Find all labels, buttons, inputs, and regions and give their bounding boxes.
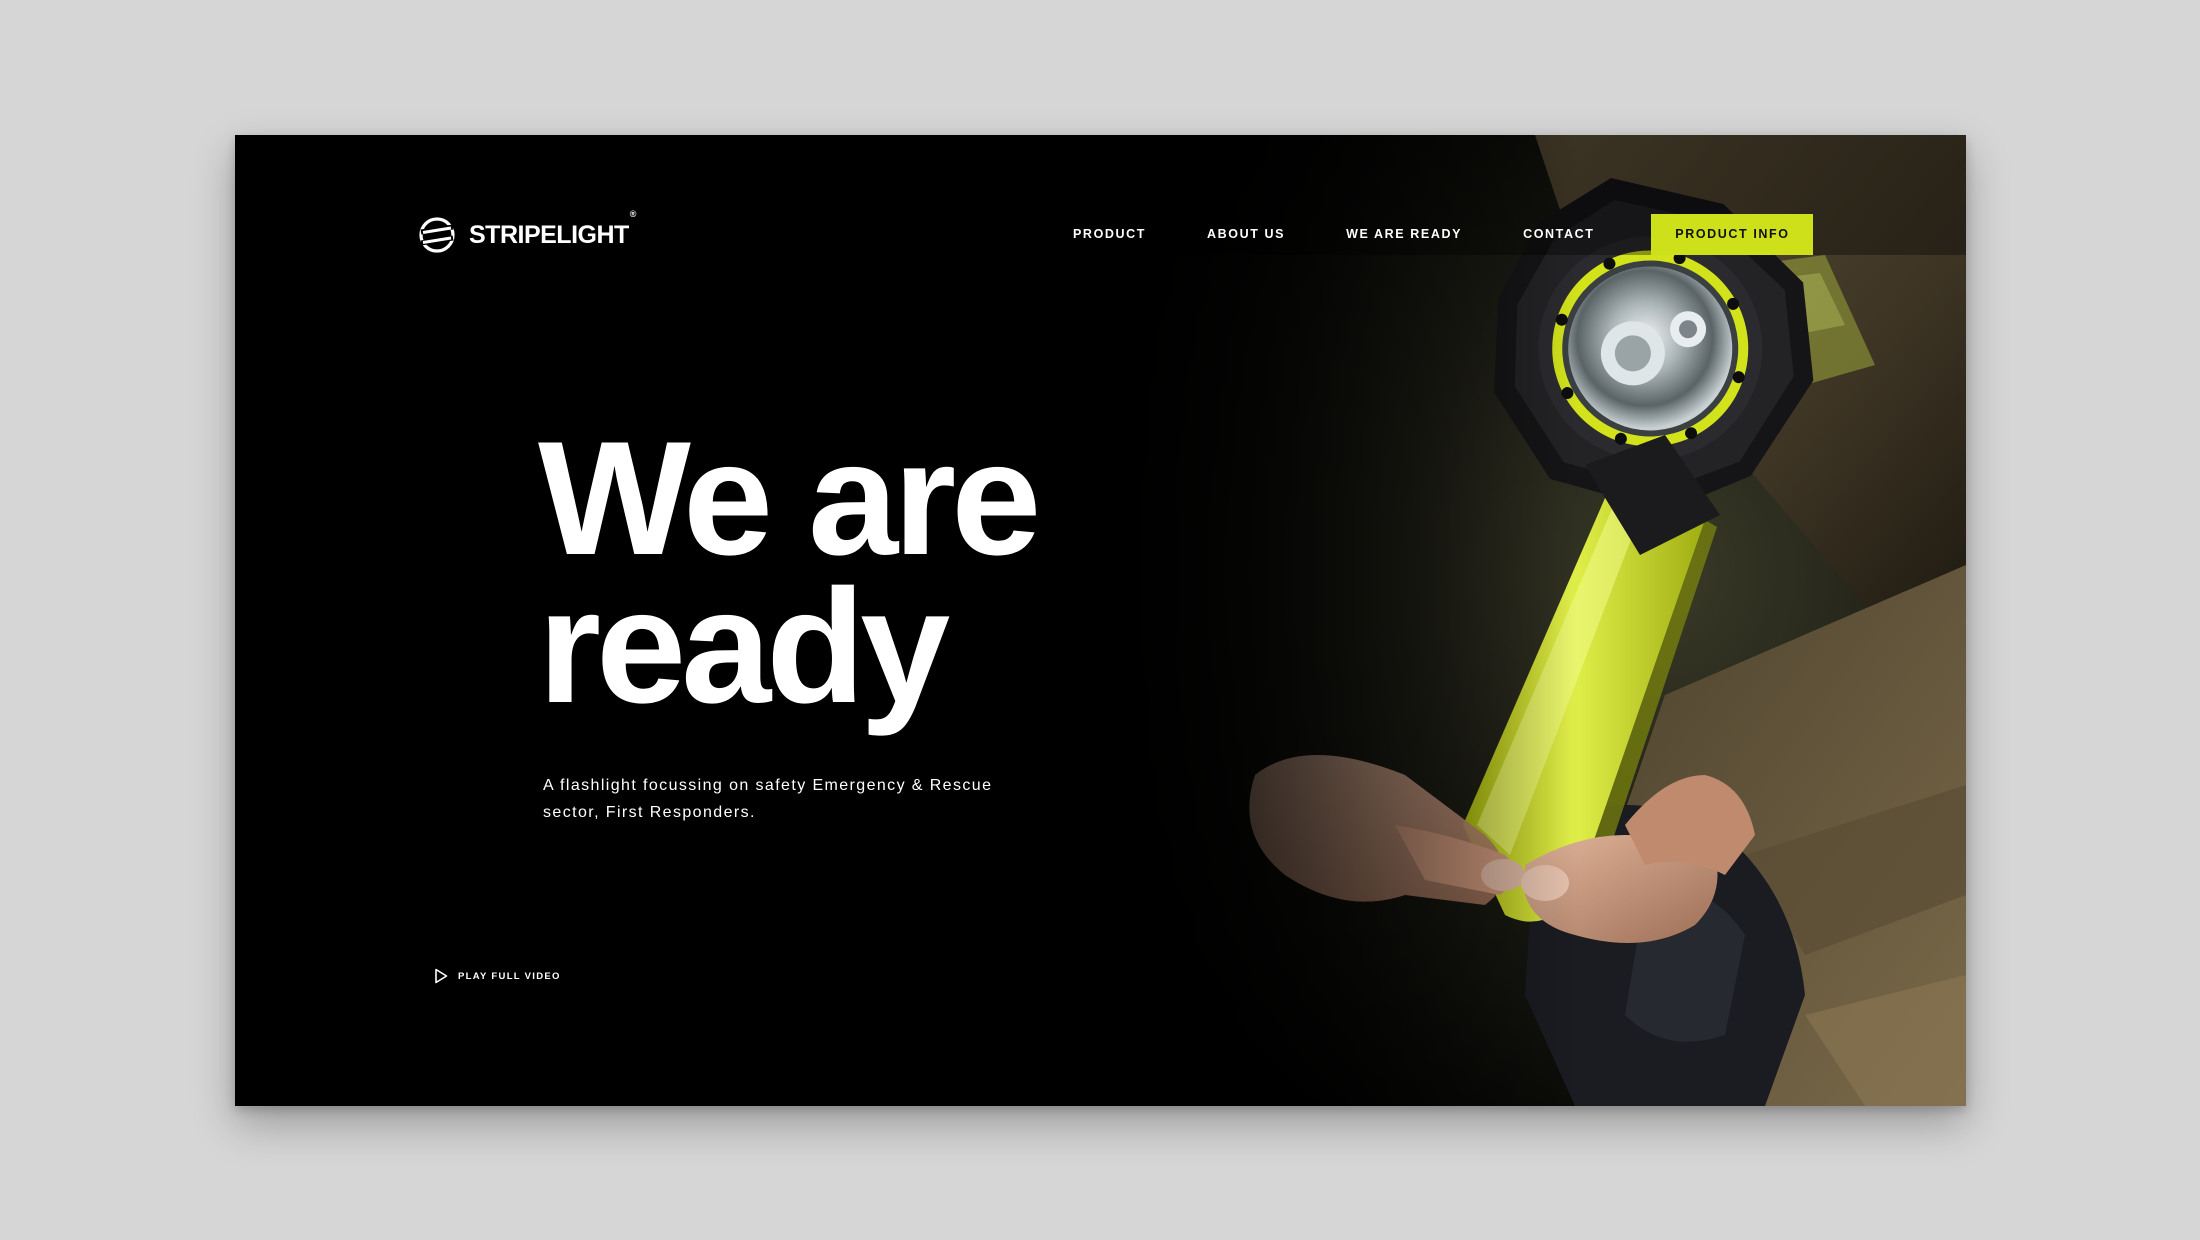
product-info-button[interactable]: PRODUCT INFO <box>1651 213 1814 255</box>
hero-subcopy: A flashlight focussing on safety Emergen… <box>543 777 993 821</box>
nav-link-contact[interactable]: CONTACT <box>1523 227 1594 241</box>
hero-headline-line-1: We are <box>538 408 1041 589</box>
hero-headline: We are ready <box>538 408 1178 737</box>
stripelight-logo-icon <box>419 217 455 253</box>
nav-link-product[interactable]: PRODUCT <box>1073 227 1146 241</box>
nav-link-about-us[interactable]: ABOUT US <box>1207 227 1285 241</box>
play-full-video-button[interactable]: PLAY FULL VIDEO <box>434 968 561 984</box>
hero-photo <box>1105 135 1966 1106</box>
website-frame: STRIPELIGHT® PRODUCT ABOUT US WE ARE REA… <box>235 135 1966 1106</box>
nav-link-we-are-ready[interactable]: WE ARE READY <box>1346 227 1462 241</box>
brand-name: STRIPELIGHT® <box>469 208 636 249</box>
brand-logo[interactable]: STRIPELIGHT® <box>417 208 636 255</box>
play-icon <box>435 968 448 984</box>
play-full-video-label: PLAY FULL VIDEO <box>458 970 561 982</box>
main-nav: PRODUCT ABOUT US WE ARE READY CONTACT PR… <box>1073 213 1814 255</box>
hero-headline-line-2: ready <box>538 556 950 737</box>
registered-mark: ® <box>629 208 637 219</box>
